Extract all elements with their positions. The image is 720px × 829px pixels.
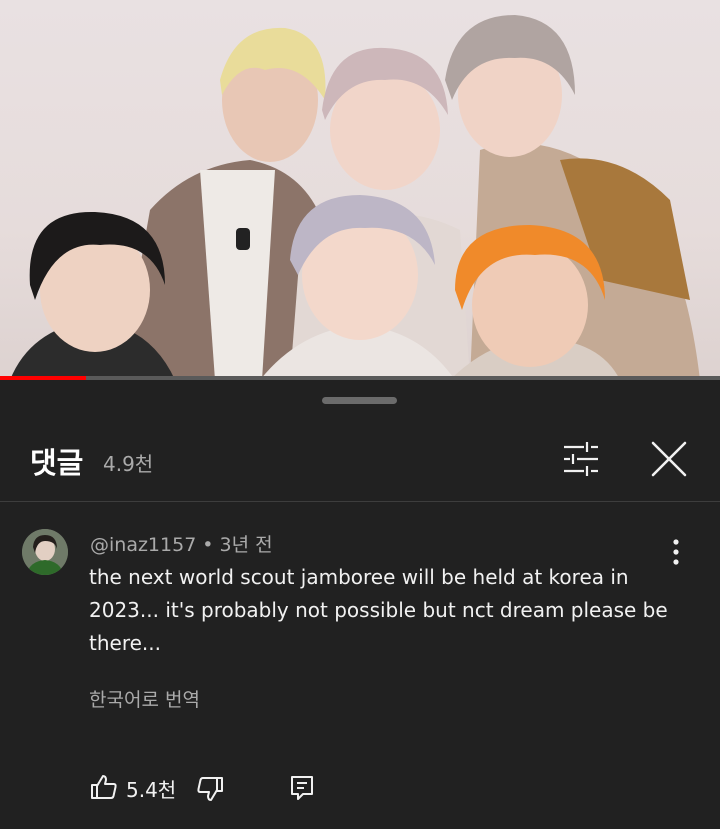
dislike-button[interactable] (196, 775, 224, 803)
comment-author[interactable]: @inaz1157 (90, 534, 196, 556)
video-frame (10, 15, 700, 380)
user-avatar-icon (22, 529, 68, 575)
thumbs-up-icon (91, 775, 117, 799)
sliders-icon (564, 442, 598, 476)
comment-text: the next world scout jamboree will be he… (89, 565, 668, 655)
video-player[interactable] (0, 0, 720, 380)
drag-handle[interactable] (322, 397, 397, 404)
panel-title: 댓글 (30, 446, 84, 480)
like-button[interactable] (90, 773, 118, 801)
comment-time: 3년 전 (219, 534, 273, 556)
filter-button[interactable] (560, 438, 602, 480)
close-button[interactable] (648, 438, 690, 480)
translate-link[interactable]: 한국어로 번역 (89, 685, 200, 712)
header-divider (0, 501, 720, 502)
thumbs-down-icon (197, 777, 223, 801)
like-count: 5.4천 (126, 778, 177, 802)
avatar[interactable] (22, 529, 68, 575)
reply-button[interactable] (289, 774, 315, 802)
meta-separator: • (202, 534, 214, 556)
comment-meta: @inaz1157 • 3년 전 (90, 530, 273, 557)
close-icon (651, 441, 687, 477)
comment-count: 4.9천 (103, 452, 154, 476)
reply-comment-icon (291, 776, 313, 800)
comments-panel: 댓글 4.9천 @inaz1157 • 3년 전 the next world … (0, 380, 720, 829)
